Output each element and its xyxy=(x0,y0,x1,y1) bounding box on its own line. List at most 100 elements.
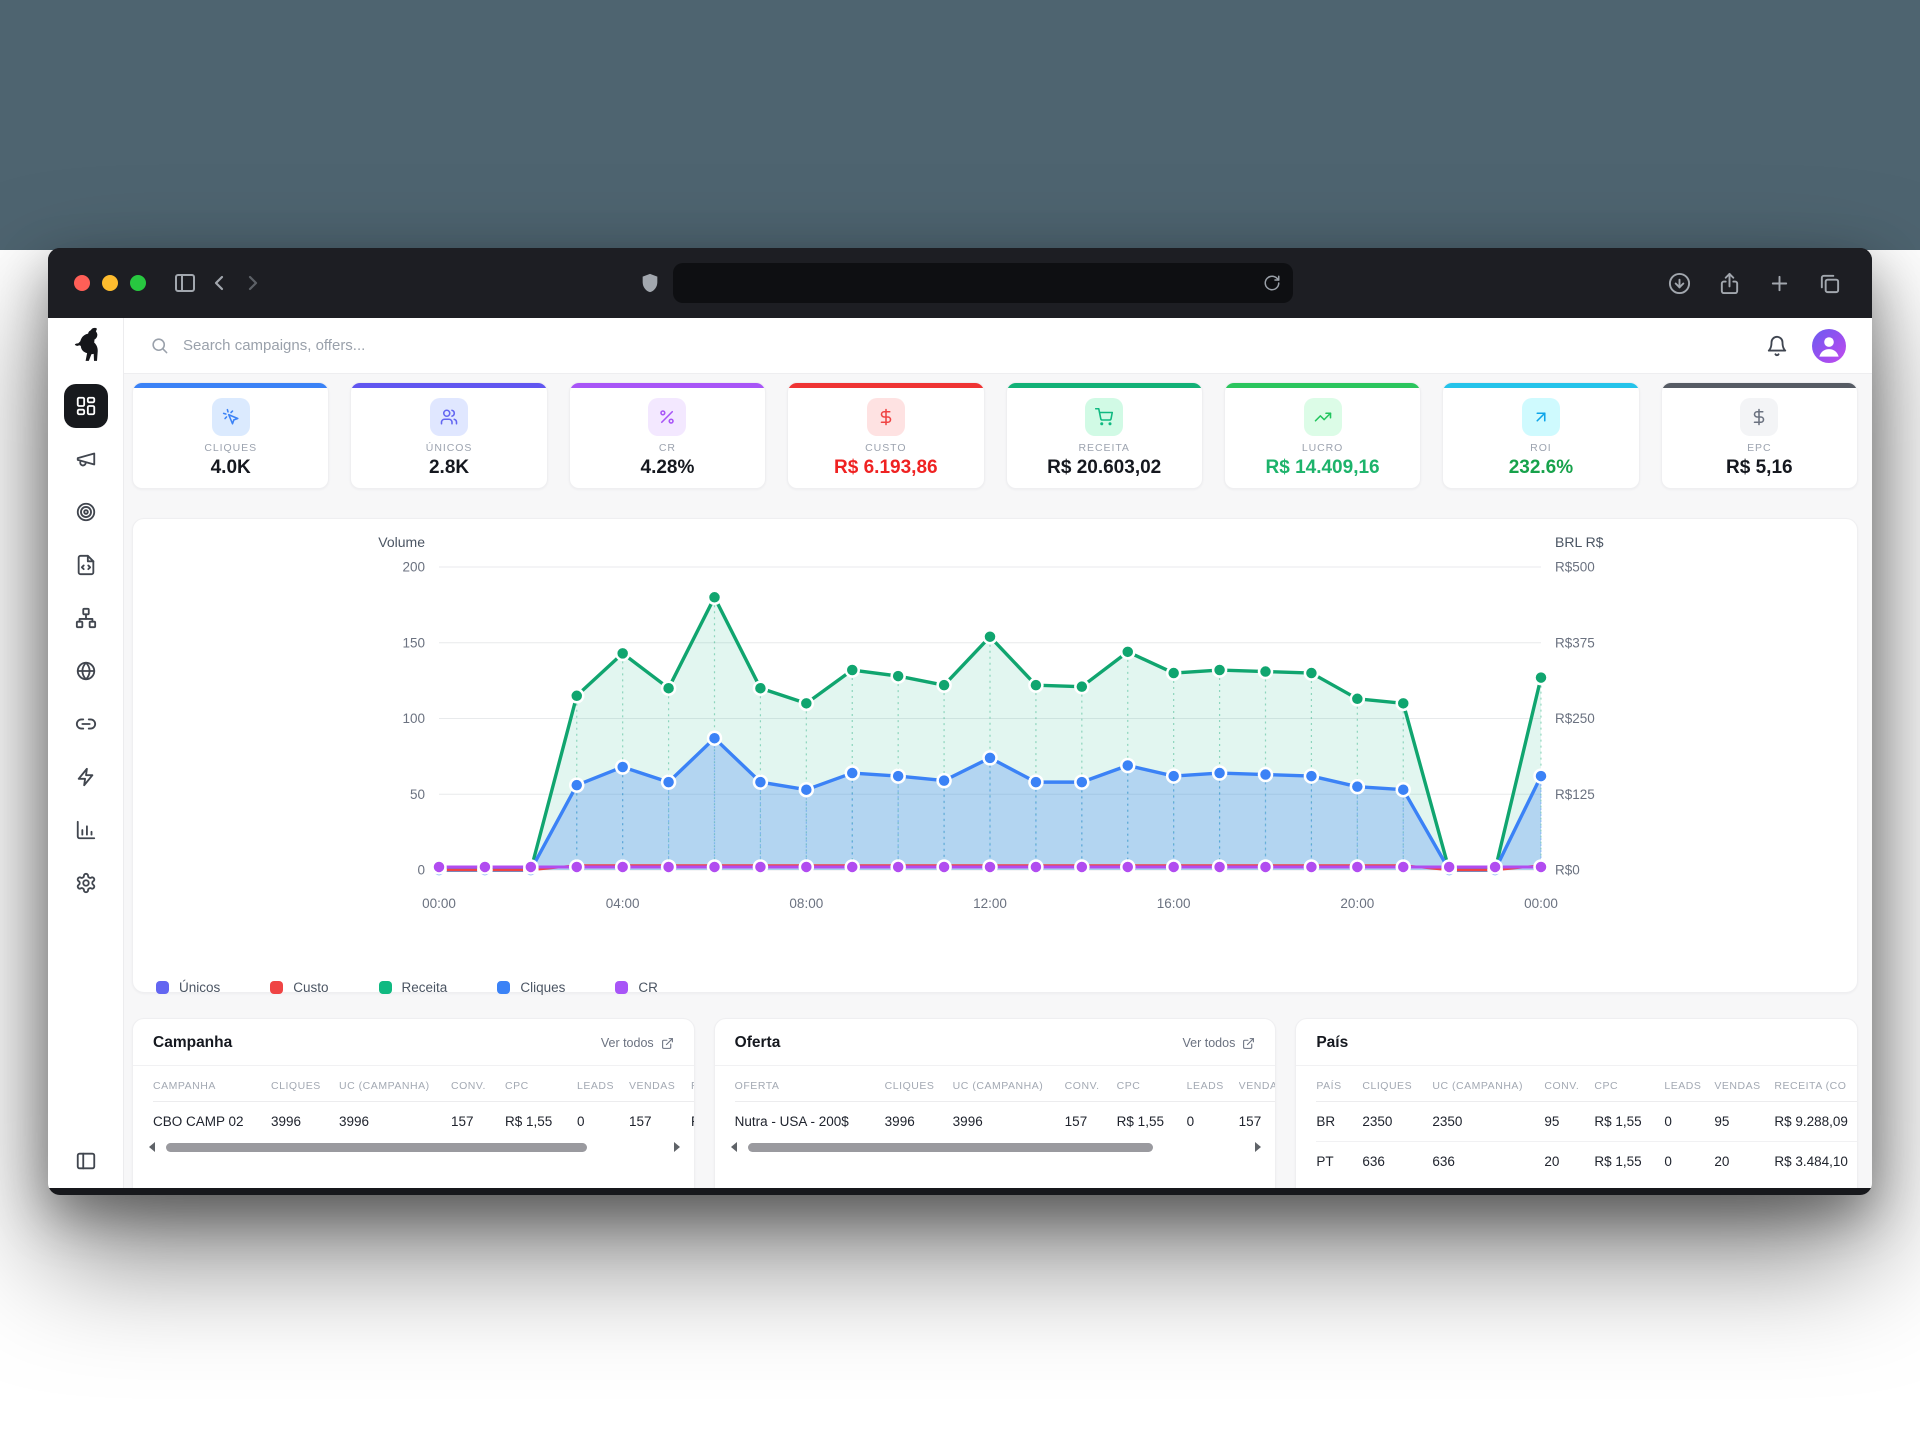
new-tab-icon[interactable] xyxy=(1762,266,1796,300)
legend-item-cr[interactable]: CR xyxy=(615,980,658,995)
address-bar[interactable] xyxy=(673,263,1293,303)
legend-label: CR xyxy=(638,980,658,995)
kpi-value: 4.28% xyxy=(641,457,695,479)
back-icon[interactable] xyxy=(202,266,236,300)
megaphone-icon xyxy=(75,448,97,470)
arrow-up-right-icon xyxy=(1532,408,1550,426)
kpi-label: ROI xyxy=(1530,442,1552,454)
chevron-right-icon xyxy=(241,271,265,295)
downloads-icon[interactable] xyxy=(1662,266,1696,300)
column-header: LEADS xyxy=(1187,1068,1239,1102)
scroll-left-arrow[interactable] xyxy=(149,1142,155,1152)
view-all-link[interactable]: Ver todos xyxy=(1183,1036,1256,1050)
sidebar-item-target[interactable] xyxy=(64,490,108,534)
legend-item-custo[interactable]: Custo xyxy=(270,980,328,995)
sidebar-item-zap[interactable] xyxy=(64,755,108,799)
legend-item-únicos[interactable]: Únicos xyxy=(156,980,220,995)
panel-left-icon xyxy=(75,1150,97,1172)
table-cell: R$ 3.484,10 xyxy=(1774,1142,1857,1182)
kpi-accent xyxy=(1007,383,1202,388)
sidebar-item-link[interactable] xyxy=(64,702,108,746)
scroll-right-arrow[interactable] xyxy=(1255,1142,1261,1152)
view-all-link[interactable]: Ver todos xyxy=(601,1036,674,1050)
legend-label: Cliques xyxy=(520,980,565,995)
svg-text:04:00: 04:00 xyxy=(606,896,640,911)
scrollbar-thumb[interactable] xyxy=(748,1143,1154,1152)
svg-text:R$125: R$125 xyxy=(1555,787,1595,802)
scroll-right-arrow[interactable] xyxy=(674,1142,680,1152)
kpi-card-roi: ROI232.6% xyxy=(1442,382,1639,489)
bell-icon[interactable] xyxy=(1766,335,1788,357)
svg-text:08:00: 08:00 xyxy=(789,896,823,911)
column-header: CONV. xyxy=(451,1068,505,1102)
avatar[interactable] xyxy=(1812,329,1846,363)
copy-icon xyxy=(1818,272,1841,295)
kpi-row: CLIQUES4.0KÚNICOS2.8KCR4.28%CUSTOR$ 6.19… xyxy=(132,382,1858,489)
kpi-accent xyxy=(1662,383,1857,388)
table-cell: 95 xyxy=(1544,1102,1594,1142)
chart-legend: Únicos Custo Receita Cliques CR xyxy=(133,972,1857,995)
table-cell: 0 xyxy=(1187,1102,1239,1142)
column-header: CPC xyxy=(1117,1068,1187,1102)
forward-icon[interactable] xyxy=(236,266,270,300)
legend-item-cliques[interactable]: Cliques xyxy=(497,980,565,995)
url-input[interactable] xyxy=(685,275,1263,291)
column-header: RECEITA (CO xyxy=(1774,1068,1857,1102)
circle-down-icon xyxy=(1668,272,1691,295)
table-row: Nutra - USA - 200$39963996157R$ 1,550157 xyxy=(735,1102,1276,1142)
legend-label: Custo xyxy=(293,980,328,995)
sidebar-collapse-icon[interactable] xyxy=(75,1138,97,1188)
sidebar-toggle-icon[interactable] xyxy=(168,266,202,300)
layout-dashboard-icon xyxy=(75,395,97,417)
sidebar-item-file-code[interactable] xyxy=(64,543,108,587)
column-header: VENDAS xyxy=(1714,1068,1774,1102)
sidebar-item-layout-dashboard[interactable] xyxy=(64,384,108,428)
scroll-left-arrow[interactable] xyxy=(731,1142,737,1152)
legend-swatch xyxy=(615,981,628,994)
external-link-icon xyxy=(661,1037,674,1050)
column-header: CAMPANHA xyxy=(153,1068,271,1102)
table-cell: R$ 1,55 xyxy=(1594,1142,1664,1182)
kpi-card-receita: RECEITAR$ 20.603,02 xyxy=(1006,382,1203,489)
scrollbar-thumb[interactable] xyxy=(166,1143,587,1152)
search-input[interactable] xyxy=(183,337,663,354)
sidebar-item-network[interactable] xyxy=(64,596,108,640)
table-cell: 157 xyxy=(1065,1102,1117,1142)
scrollbar-track[interactable] xyxy=(164,1143,665,1152)
sidebar-item-globe[interactable] xyxy=(64,649,108,693)
kpi-value: 4.0K xyxy=(211,457,251,479)
svg-text:0: 0 xyxy=(417,863,425,878)
trending-up-icon xyxy=(1314,408,1332,426)
minimize-button[interactable] xyxy=(102,275,118,291)
zoom-button[interactable] xyxy=(130,275,146,291)
kpi-label: CLIQUES xyxy=(204,442,257,454)
app-sidebar xyxy=(48,318,124,1188)
horizontal-scrollbar[interactable] xyxy=(133,1141,694,1160)
column-header: VENDAS xyxy=(629,1068,691,1102)
reload-icon[interactable] xyxy=(1263,274,1281,292)
kpi-value: R$ 14.409,16 xyxy=(1266,457,1380,479)
sidebar-item-bar-chart[interactable] xyxy=(64,808,108,852)
kpi-value: 2.8K xyxy=(429,457,469,479)
table-cell: 636 xyxy=(1432,1142,1544,1182)
shield-icon[interactable] xyxy=(633,266,667,300)
chevron-left-icon xyxy=(207,271,231,295)
tab-overview-icon[interactable] xyxy=(1812,266,1846,300)
plus-icon xyxy=(1768,272,1791,295)
browser-titlebar xyxy=(48,248,1872,318)
view-all-label: Ver todos xyxy=(1183,1036,1236,1050)
network-icon xyxy=(75,607,97,629)
scrollbar-track[interactable] xyxy=(746,1143,1247,1152)
sidebar-item-settings[interactable] xyxy=(64,861,108,905)
external-link-icon xyxy=(1242,1037,1255,1050)
sidebar-item-megaphone[interactable] xyxy=(64,437,108,481)
horizontal-scrollbar[interactable] xyxy=(715,1141,1276,1160)
kpi-icon-chip xyxy=(212,398,250,436)
table-title: País xyxy=(1316,1034,1348,1052)
legend-item-receita[interactable]: Receita xyxy=(379,980,448,995)
table-cell: 95 xyxy=(1714,1102,1774,1142)
column-header: CPC xyxy=(505,1068,577,1102)
search-bar[interactable] xyxy=(150,336,1766,355)
close-button[interactable] xyxy=(74,275,90,291)
share-icon[interactable] xyxy=(1712,266,1746,300)
